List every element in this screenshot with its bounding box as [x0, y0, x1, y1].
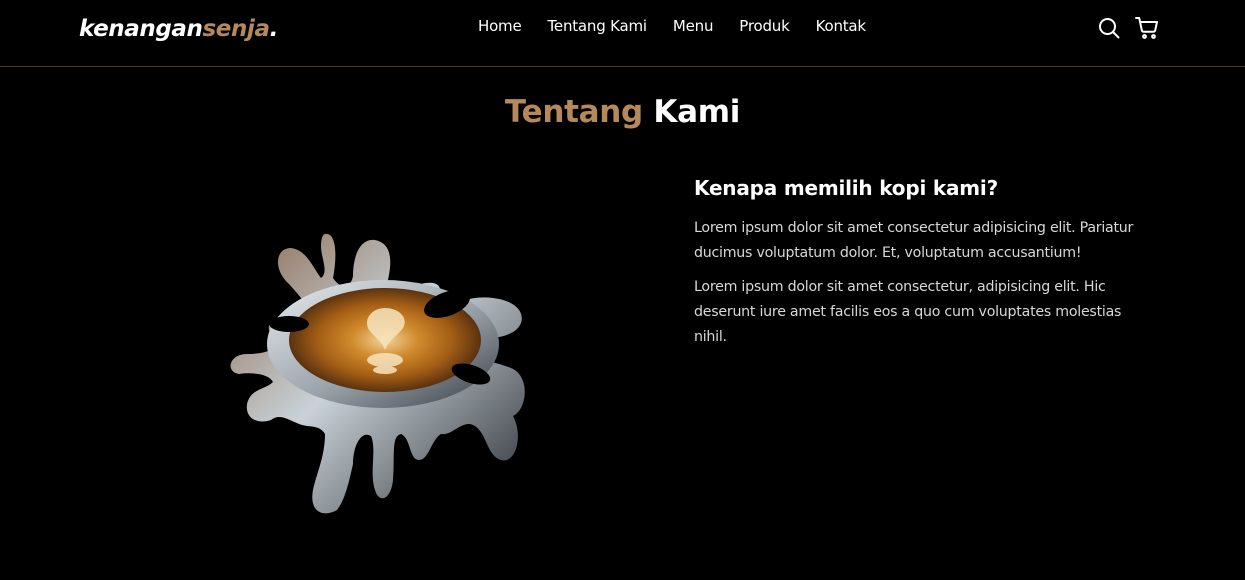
logo[interactable]: kenangansenja. [79, 16, 278, 42]
nav-item-kontak[interactable]: Kontak [816, 17, 867, 35]
logo-part-senja: senja [202, 16, 270, 42]
nav-icons [1097, 16, 1159, 40]
nav-item-menu[interactable]: Menu [673, 17, 714, 35]
about-paragraph-1: Lorem ipsum dolor sit amet consectetur a… [694, 220, 1134, 261]
about-paragraph-2: Lorem ipsum dolor sit amet consectetur, … [694, 279, 1122, 345]
section-title-kami: Kami [653, 94, 741, 130]
logo-part-kenangan: kenangan [79, 16, 203, 42]
nav-item-produk[interactable]: Produk [739, 17, 790, 35]
nav-item-tentang-kami[interactable]: Tentang Kami [548, 17, 648, 35]
navbar: kenangansenja. Home Tentang Kami Menu Pr… [0, 0, 1245, 67]
shopping-cart-icon[interactable] [1135, 16, 1159, 40]
section-title-tentang: Tentang [504, 94, 643, 130]
about-content: Kenapa memilih kopi kami? Lorem ipsum do… [694, 176, 1154, 359]
about-heading: Kenapa memilih kopi kami? [694, 176, 998, 200]
coffee-splash-image [225, 228, 540, 518]
main-nav: Home Tentang Kami Menu Produk Kontak [478, 17, 866, 35]
nav-item-home[interactable]: Home [478, 17, 522, 35]
search-icon[interactable] [1097, 16, 1121, 40]
logo-dot: . [269, 16, 279, 42]
section-title: Tentang Kami [0, 94, 1245, 130]
